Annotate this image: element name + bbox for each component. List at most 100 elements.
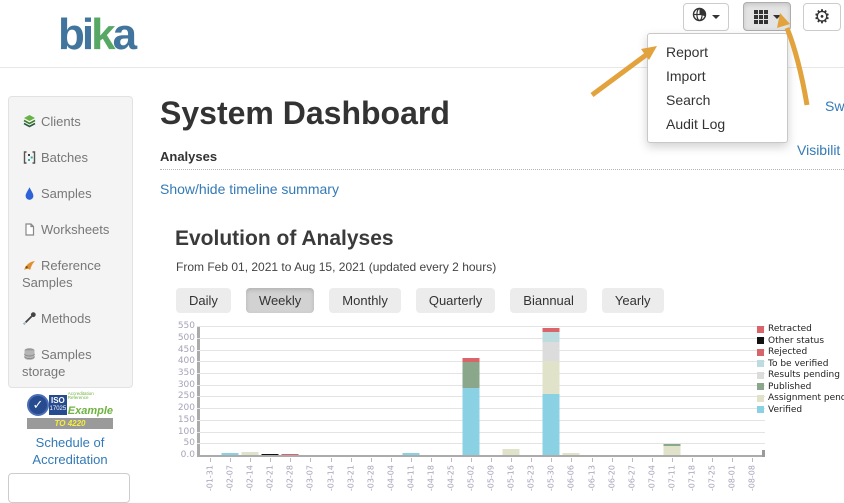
switch-link[interactable]: Sw [825, 98, 844, 114]
x-tick [331, 458, 332, 462]
y-tick-label: 0.0 [174, 450, 195, 460]
x-tick [511, 458, 512, 462]
range-button-daily[interactable]: Daily [176, 288, 231, 313]
samples-icon [22, 186, 37, 201]
settings-button[interactable]: ⚙ [803, 3, 841, 31]
bar-segment[interactable] [543, 342, 560, 362]
range-button-biannual[interactable]: Biannual [510, 288, 587, 313]
worksheets-icon [22, 222, 37, 237]
accreditation-check-icon: ✓ [27, 394, 49, 416]
accreditation-code: TO 4220 [27, 418, 113, 429]
chevron-down-icon [712, 15, 720, 19]
bar-segment[interactable] [463, 388, 480, 455]
visibility-link[interactable]: Visibilit [797, 142, 840, 158]
bar-slot: -05-02 [461, 326, 481, 455]
x-tick-label: -06-20 [607, 465, 616, 491]
x-tick [290, 458, 291, 462]
bar-slot: -05-30 [541, 326, 561, 455]
x-tick [210, 458, 211, 462]
timeline-summary-link[interactable]: Show/hide timeline summary [160, 181, 339, 197]
bar-slot: -05-16 [501, 326, 521, 455]
y-tick-label: 100 [174, 427, 195, 437]
page-title: System Dashboard [160, 95, 450, 132]
bar-slot: -05-23 [521, 326, 541, 455]
menu-item-audit-log[interactable]: Audit Log [648, 112, 787, 136]
sidebar-item-label: Methods [41, 311, 91, 326]
page: { "topbar": { "logo": { "part1": "bi", "… [0, 0, 844, 485]
bar-segment[interactable] [543, 394, 560, 456]
methods-icon [22, 311, 37, 326]
x-tick-label: -04-11 [406, 465, 415, 491]
x-tick [310, 458, 311, 462]
x-tick [351, 458, 352, 462]
menu-item-search[interactable]: Search [648, 88, 787, 112]
x-axis-end-tick [762, 450, 765, 457]
x-tick [551, 458, 552, 462]
bar-slot: -02-07 [220, 326, 240, 455]
sidebar-item-clients[interactable]: Clients [22, 113, 124, 130]
sidebar-item-worksheets[interactable]: Worksheets [22, 221, 124, 238]
batches-icon [22, 150, 37, 165]
x-tick-label: -07-25 [707, 465, 716, 491]
bar-segment[interactable] [543, 361, 560, 393]
x-tick-label: -01-31 [206, 465, 215, 491]
schedule-of-accreditation-link[interactable]: Schedule of Accreditation [24, 434, 116, 468]
x-tick [531, 458, 532, 462]
stacked-bar [663, 444, 680, 455]
apps-menu-button[interactable] [743, 2, 791, 31]
sidebar-item-label: Worksheets [41, 222, 109, 237]
y-tick-label: 500 [174, 333, 195, 343]
legend-swatch [757, 349, 764, 356]
language-button[interactable] [683, 3, 729, 31]
bar-slot: -03-21 [341, 326, 361, 455]
analyses-section-label: Analyses [160, 149, 217, 164]
legend-swatch [757, 395, 764, 402]
x-tick-label: -03-07 [306, 465, 315, 491]
x-tick [471, 458, 472, 462]
menu-item-report[interactable]: Report [648, 40, 787, 64]
bar-segment[interactable] [463, 362, 480, 388]
range-button-weekly[interactable]: Weekly [246, 288, 314, 313]
bar-segment[interactable] [543, 332, 560, 341]
app-logo[interactable]: bika [58, 10, 134, 60]
bar-slot: -02-28 [280, 326, 300, 455]
bar-slots: -01-31-02-07-02-14-02-21-02-28-03-07-03-… [200, 326, 762, 455]
bar-segment[interactable] [663, 446, 680, 455]
legend-swatch [757, 383, 764, 390]
legend-swatch [757, 406, 764, 413]
range-button-quarterly[interactable]: Quarterly [416, 288, 495, 313]
bar-slot: -07-04 [642, 326, 662, 455]
legend-label: Published [768, 382, 811, 392]
x-tick [752, 458, 753, 462]
sidebar-item-label: Samples [41, 186, 92, 201]
bar-slot: -07-25 [702, 326, 722, 455]
x-tick-label: -05-30 [547, 465, 556, 491]
chart-plot-area: -01-31-02-07-02-14-02-21-02-28-03-07-03-… [200, 326, 762, 455]
sidebar-item-label: Batches [41, 150, 88, 165]
x-tick-label: -07-18 [687, 465, 696, 491]
x-tick-label: -08-01 [728, 465, 737, 491]
bar-slot: -03-07 [300, 326, 320, 455]
sidebar-item-reference-samples[interactable]: Reference Samples [22, 257, 124, 291]
range-button-yearly[interactable]: Yearly [602, 288, 664, 313]
bar-slot: -06-27 [622, 326, 642, 455]
legend-swatch [757, 337, 764, 344]
sidebar-item-samples-storage[interactable]: Samples storage [22, 346, 124, 380]
stacked-bar [463, 358, 480, 455]
bar-slot: -06-06 [561, 326, 581, 455]
y-tick-label: 550 [174, 321, 195, 331]
partial-bottom-button[interactable] [8, 473, 130, 503]
range-button-monthly[interactable]: Monthly [329, 288, 401, 313]
legend-row: Results pending [757, 370, 844, 380]
y-tick-label: 250 [174, 391, 195, 401]
x-tick [692, 458, 693, 462]
sidebar-item-samples[interactable]: Samples [22, 185, 124, 202]
sidebar-item-methods[interactable]: Methods [22, 310, 124, 327]
bar-slot: -04-04 [381, 326, 401, 455]
sidebar-item-batches[interactable]: Batches [22, 149, 124, 166]
accreditation-reference-label: Accreditation Reference Example [68, 392, 113, 419]
x-tick [592, 458, 593, 462]
menu-item-import[interactable]: Import [648, 64, 787, 88]
y-tick-label: 200 [174, 403, 195, 413]
y-tick-label: 300 [174, 380, 195, 390]
